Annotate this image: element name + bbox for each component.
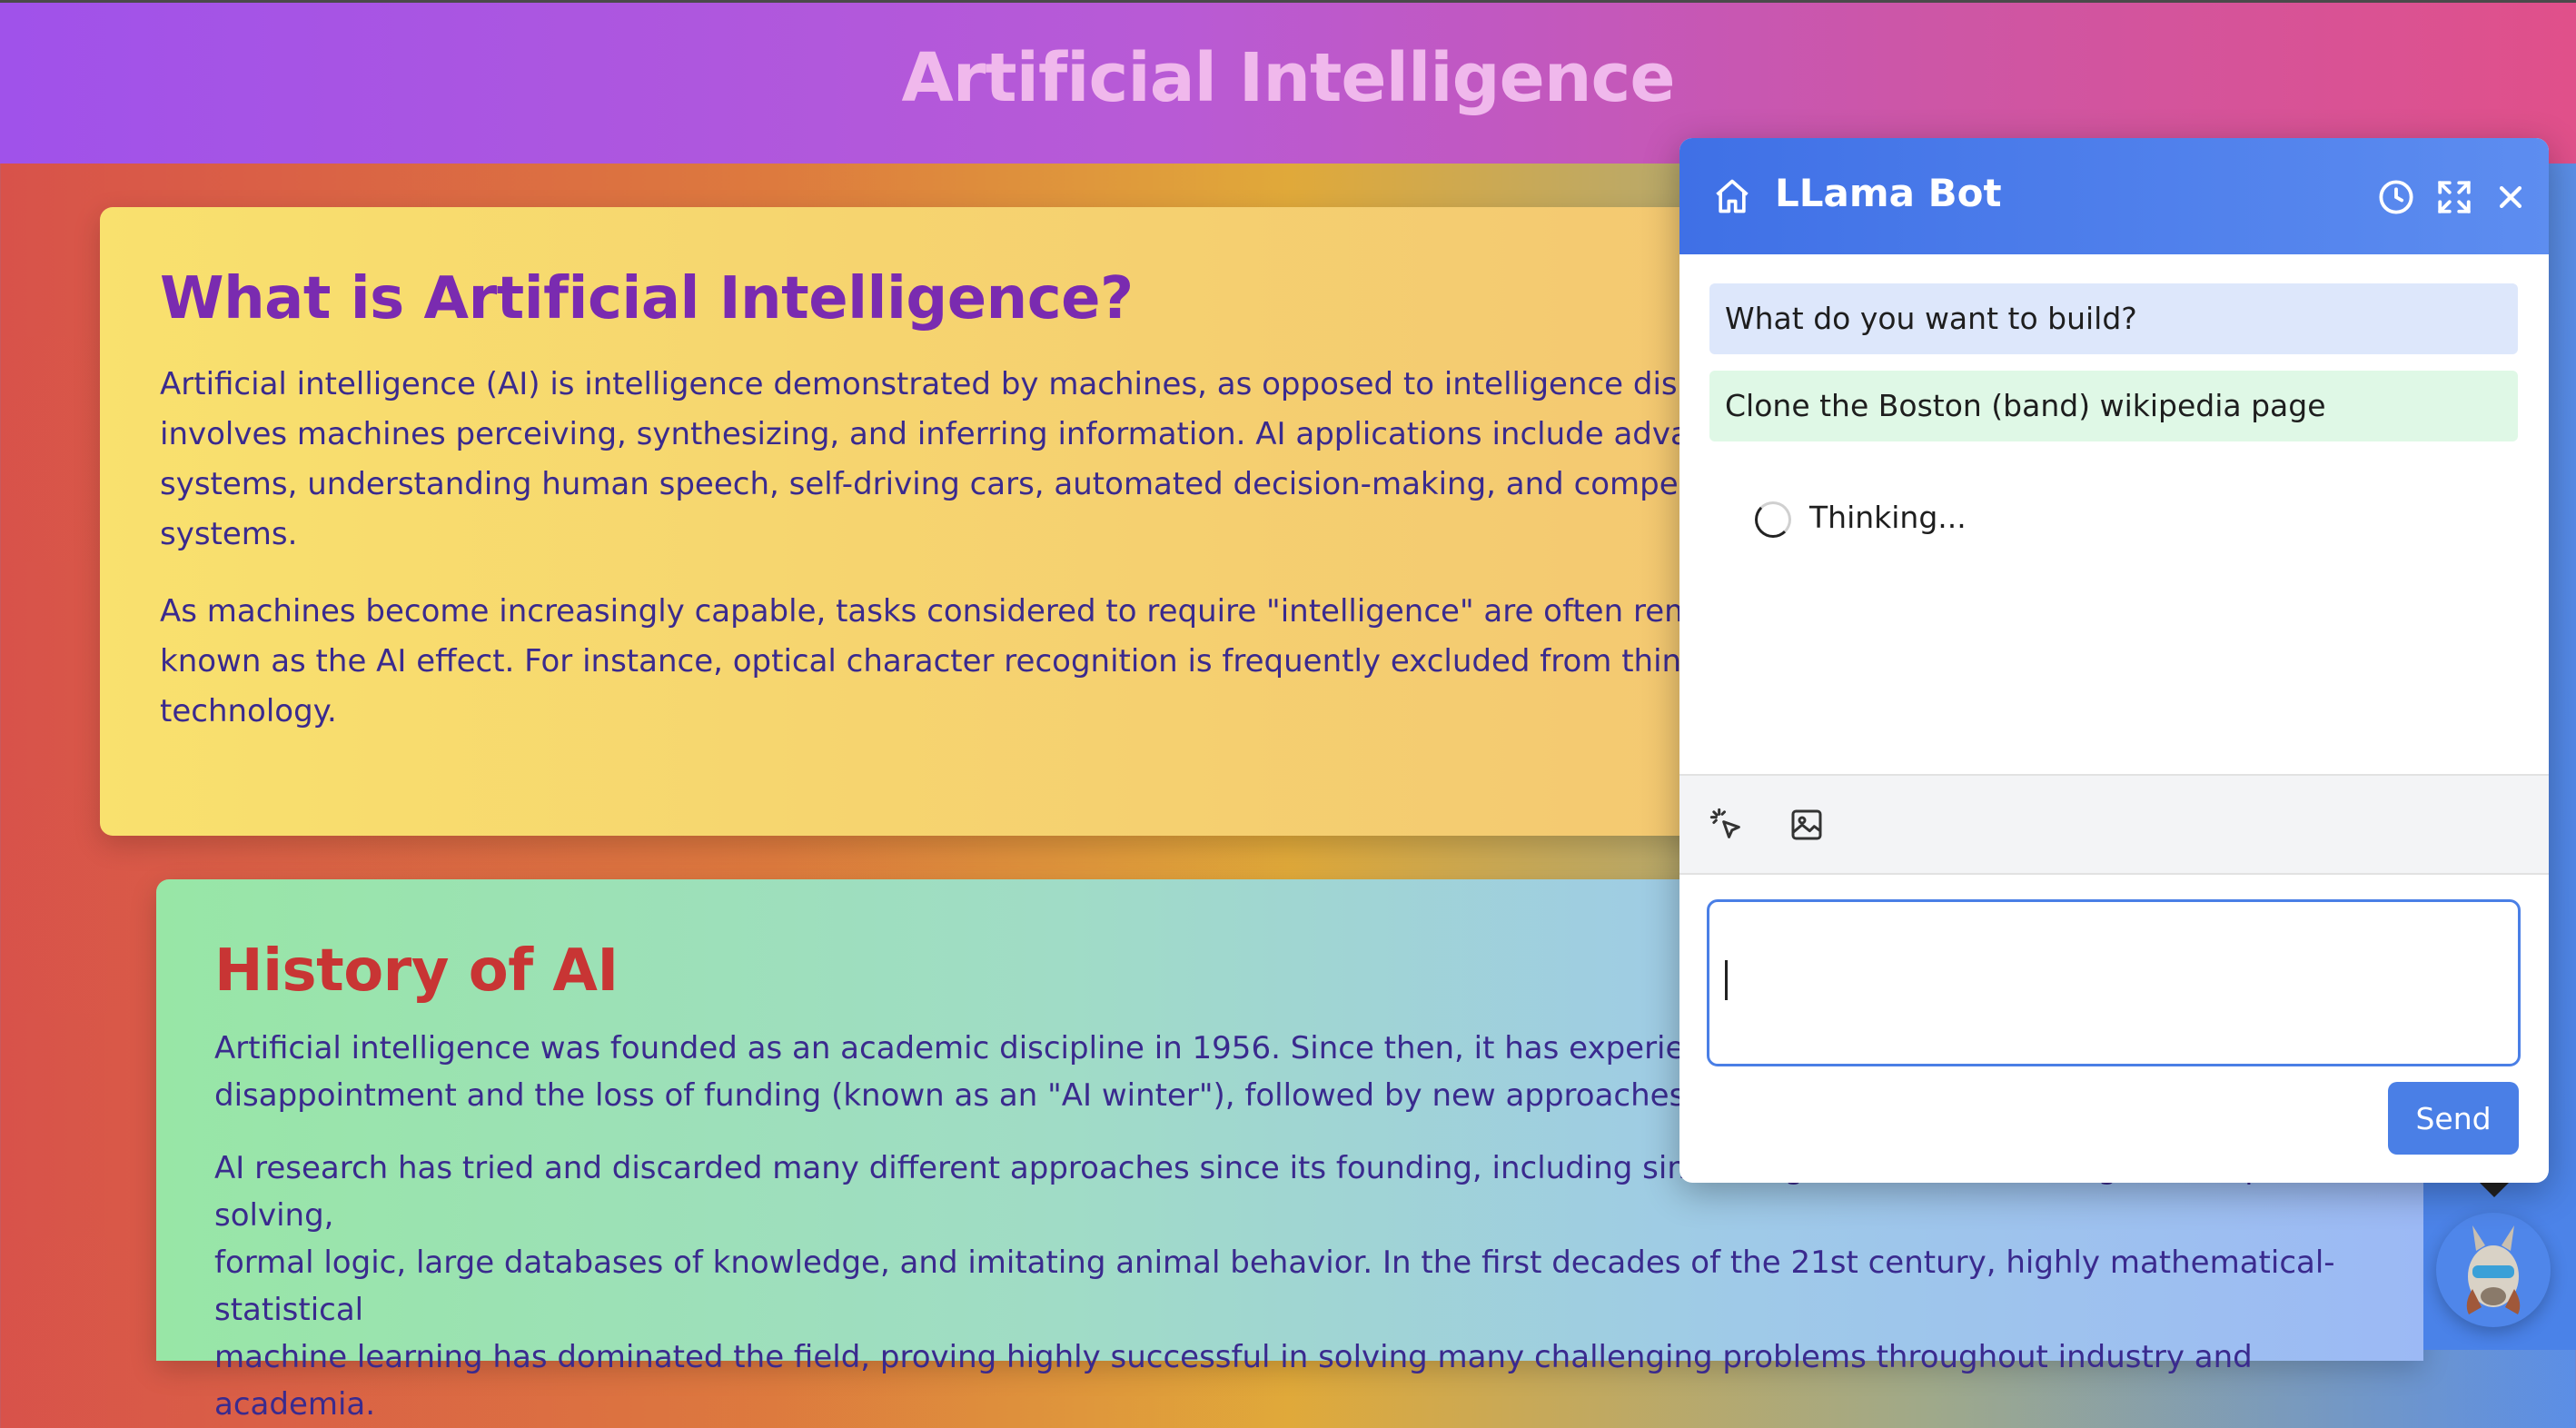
chat-title: LLama Bot: [1775, 171, 2002, 215]
section-what-is-ai: What is Artificial Intelligence? Artific…: [100, 207, 1880, 836]
element-picker-icon[interactable]: [1709, 807, 1745, 843]
thinking-status: Thinking...: [1809, 500, 1967, 535]
home-icon[interactable]: [1712, 176, 1752, 216]
page-title: Artificial Intelligence: [901, 39, 1675, 117]
image-icon[interactable]: [1788, 807, 1825, 843]
bot-message: What do you want to build?: [1709, 283, 2518, 354]
launcher-pointer: [2478, 1181, 2511, 1197]
close-icon[interactable]: [2495, 182, 2526, 213]
user-message: Clone the Boston (band) wikipedia page: [1709, 371, 2518, 441]
send-button[interactable]: Send: [2388, 1082, 2519, 1155]
section-paragraph: As machines become increasingly capable,…: [160, 593, 1718, 729]
section-paragraph: Artificial intelligence (AI) is intellig…: [160, 366, 1709, 552]
history-icon[interactable]: [2377, 178, 2415, 216]
llama-avatar-icon: [2466, 1225, 2521, 1314]
chat-launcher-button[interactable]: [2436, 1213, 2551, 1327]
spinner-icon: [1755, 501, 1791, 538]
chat-header: LLama Bot: [1679, 138, 2549, 254]
section-paragraph: AI research has tried and discarded many…: [214, 1150, 2373, 1423]
chat-message-input[interactable]: [1707, 899, 2521, 1066]
text-caret: [1725, 960, 1728, 1000]
chat-toolbar: [1679, 774, 2549, 875]
section-heading: What is Artificial Intelligence?: [160, 265, 1134, 332]
chat-widget: LLama Bot What do you want to build? Clo…: [1679, 138, 2549, 1183]
expand-icon[interactable]: [2435, 178, 2473, 216]
